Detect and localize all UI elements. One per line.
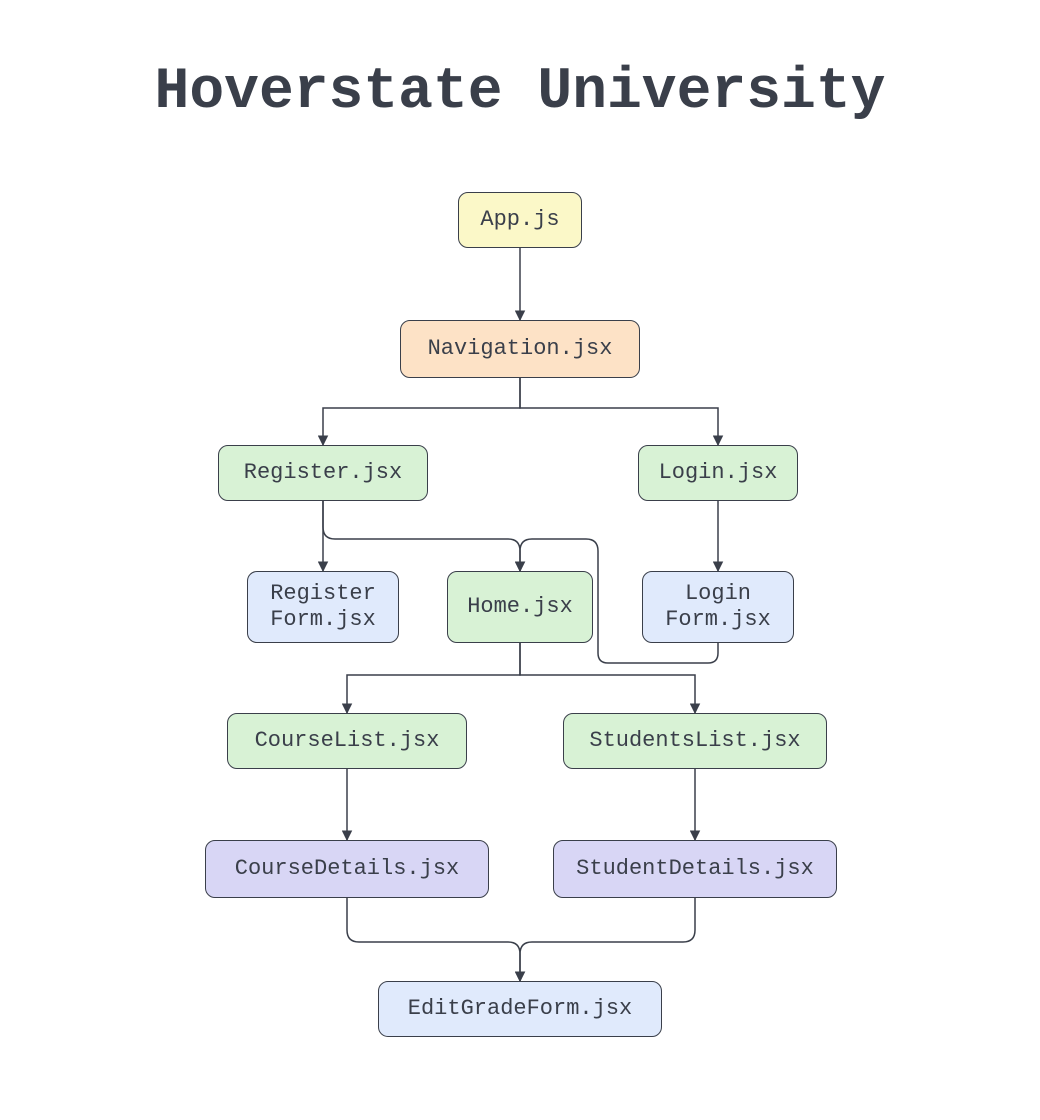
node-register: Register.jsx <box>218 445 428 501</box>
node-label: Register Form.jsx <box>270 581 376 634</box>
node-label: Home.jsx <box>467 594 573 620</box>
node-home: Home.jsx <box>447 571 593 643</box>
node-label: StudentDetails.jsx <box>576 856 814 882</box>
node-student-details: StudentDetails.jsx <box>553 840 837 898</box>
node-students-list: StudentsList.jsx <box>563 713 827 769</box>
edge-navigation-login <box>520 378 718 445</box>
node-label: Login Form.jsx <box>665 581 771 634</box>
edge-studentdetails-editgradeform <box>520 898 695 981</box>
edge-coursedetails-editgradeform <box>347 898 520 981</box>
node-course-details: CourseDetails.jsx <box>205 840 489 898</box>
node-navigation: Navigation.jsx <box>400 320 640 378</box>
node-label: EditGradeForm.jsx <box>408 996 632 1022</box>
node-login-form: Login Form.jsx <box>642 571 794 643</box>
page-title: Hoverstate University <box>0 60 1040 125</box>
node-label: App.js <box>480 207 559 233</box>
node-label: Register.jsx <box>244 460 402 486</box>
node-course-list: CourseList.jsx <box>227 713 467 769</box>
node-label: Navigation.jsx <box>428 336 613 362</box>
node-app: App.js <box>458 192 582 248</box>
edge-navigation-register <box>323 378 520 445</box>
edge-register-home <box>323 501 520 571</box>
node-label: StudentsList.jsx <box>589 728 800 754</box>
edges-layer <box>0 0 1040 1120</box>
diagram-canvas: Hoverstate University <box>0 0 1040 1120</box>
edge-home-courselist <box>347 643 520 713</box>
node-login: Login.jsx <box>638 445 798 501</box>
node-label: Login.jsx <box>659 460 778 486</box>
node-label: CourseList.jsx <box>255 728 440 754</box>
edge-home-studentslist <box>520 643 695 713</box>
node-label: CourseDetails.jsx <box>235 856 459 882</box>
node-register-form: Register Form.jsx <box>247 571 399 643</box>
node-edit-grade-form: EditGradeForm.jsx <box>378 981 662 1037</box>
